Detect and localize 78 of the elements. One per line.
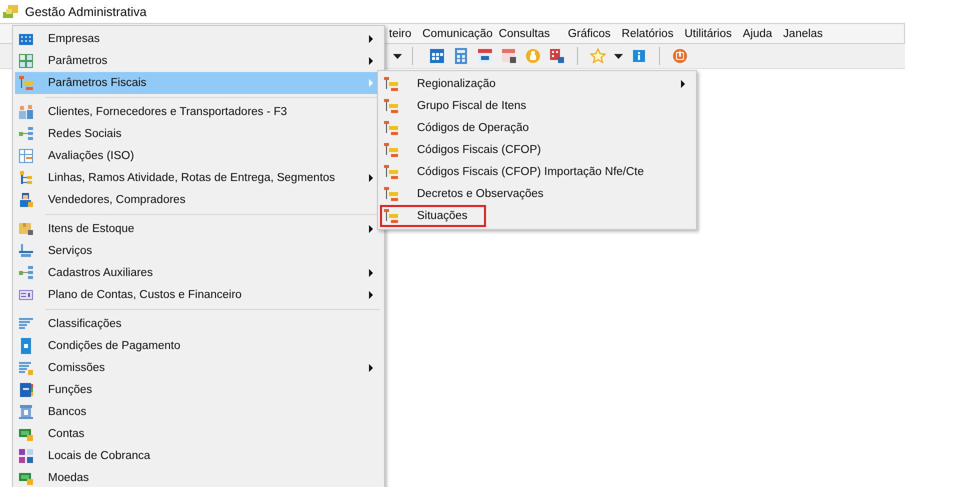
bars-icon xyxy=(383,164,399,180)
submenu-arrow-icon xyxy=(369,35,373,43)
menu-item[interactable]: Situações xyxy=(380,205,486,227)
menu-item[interactable]: Comissões xyxy=(15,357,382,379)
network-icon xyxy=(18,265,34,281)
calendar-icon[interactable] xyxy=(429,48,445,64)
menu-bar-item[interactable]: Comunicação xyxy=(422,28,493,40)
money-icon xyxy=(18,470,34,486)
money-icon xyxy=(18,426,34,442)
building-icon xyxy=(18,31,34,47)
info-icon[interactable] xyxy=(631,48,647,64)
menu-bar-item[interactable]: Janelas xyxy=(783,28,823,40)
menu-item[interactable]: Moedas xyxy=(15,467,382,487)
submenu-arrow-icon xyxy=(369,269,373,277)
bars-icon xyxy=(383,120,399,136)
submenu-arrow-icon xyxy=(369,57,373,65)
menu-item[interactable]: Contas xyxy=(15,423,382,445)
menu-item[interactable]: Decretos e Observações xyxy=(380,183,694,205)
menu-item[interactable]: Redes Sociais xyxy=(15,123,382,145)
caret-icon[interactable] xyxy=(393,54,402,58)
tiles-icon xyxy=(18,448,34,464)
app-icon xyxy=(2,4,20,20)
bars-icon xyxy=(383,142,399,158)
menu-item[interactable]: Parâmetros xyxy=(15,50,382,72)
menu-item[interactable]: Clientes, Fornecedores e Transportadores - F3 xyxy=(15,101,382,123)
menu-bar-item[interactable]: Utilitários xyxy=(684,28,732,40)
tree-icon xyxy=(18,170,34,186)
window-title: Gestão Administrativa xyxy=(25,4,147,18)
table-icon xyxy=(18,148,34,164)
menu-item[interactable]: Bancos xyxy=(15,401,382,423)
submenu-arrow-icon xyxy=(681,80,685,88)
person-icon xyxy=(18,192,34,208)
menu-item[interactable]: Condições de Pagamento xyxy=(15,335,382,357)
submenu-arrow-icon xyxy=(369,364,373,372)
bars-icon xyxy=(383,98,399,114)
submenu-arrow-icon xyxy=(369,174,373,182)
menu-item[interactable]: Empresas xyxy=(15,28,382,50)
menu-bar-item[interactable]: Gráficos xyxy=(568,28,611,40)
menu-item[interactable]: Itens de Estoque xyxy=(15,218,382,240)
menu-bar-item[interactable]: Consultas xyxy=(498,28,550,40)
star-icon[interactable] xyxy=(590,48,606,64)
card-icon xyxy=(18,287,34,303)
document-icon xyxy=(18,338,34,354)
power-icon[interactable] xyxy=(672,48,688,64)
menu-bar-item[interactable]: Ajuda xyxy=(742,28,772,40)
calendar-icon[interactable] xyxy=(477,48,493,64)
menu-item[interactable]: Classificações xyxy=(15,313,382,335)
menu-item[interactable]: Cadastros Auxiliares xyxy=(15,262,382,284)
bars-icon xyxy=(383,186,399,202)
menu-item[interactable]: Regionalização xyxy=(380,73,694,95)
bars-icon xyxy=(383,76,399,92)
caret-icon[interactable] xyxy=(614,54,623,58)
menu-bar-item[interactable]: Relatórios xyxy=(622,28,674,40)
book-icon xyxy=(18,382,34,398)
grid-icon xyxy=(18,53,34,69)
submenu-arrow-icon xyxy=(369,291,373,299)
list-coin-icon xyxy=(18,360,34,376)
network-icon xyxy=(18,126,34,142)
menu-item[interactable]: Linhas, Ramos Atividade, Rotas de Entrega, Segmentos xyxy=(15,167,382,189)
menu-item[interactable]: Códigos de Operação xyxy=(380,117,694,139)
menu-item[interactable]: Códigos Fiscais (CFOP) xyxy=(380,139,694,161)
submenu-arrow-icon xyxy=(369,225,373,233)
menu-item[interactable]: Avaliações (ISO) xyxy=(15,145,382,167)
menu-item[interactable]: Locais de Cobranca xyxy=(15,445,382,467)
list-icon xyxy=(18,316,34,332)
menu-bar-item[interactable]: teiro xyxy=(389,28,412,40)
calculator-icon[interactable] xyxy=(453,48,469,64)
menu-item[interactable]: Serviços xyxy=(15,240,382,262)
menu-item[interactable]: Funções xyxy=(15,379,382,401)
menu-item[interactable]: Vendedores, Compradores xyxy=(15,189,382,211)
menu-item[interactable]: Plano de Contas, Custos e Financeiro xyxy=(15,284,382,306)
box-icon xyxy=(18,221,34,237)
people-icon xyxy=(18,104,34,120)
bars-icon xyxy=(383,208,399,224)
menu-item[interactable]: Códigos Fiscais (CFOP) Importação Nfe/Cte xyxy=(380,161,694,183)
submenu-arrow-icon xyxy=(369,79,373,87)
bars-icon xyxy=(18,75,34,91)
menu-item[interactable]: Grupo Fiscal de Itens xyxy=(380,95,694,117)
